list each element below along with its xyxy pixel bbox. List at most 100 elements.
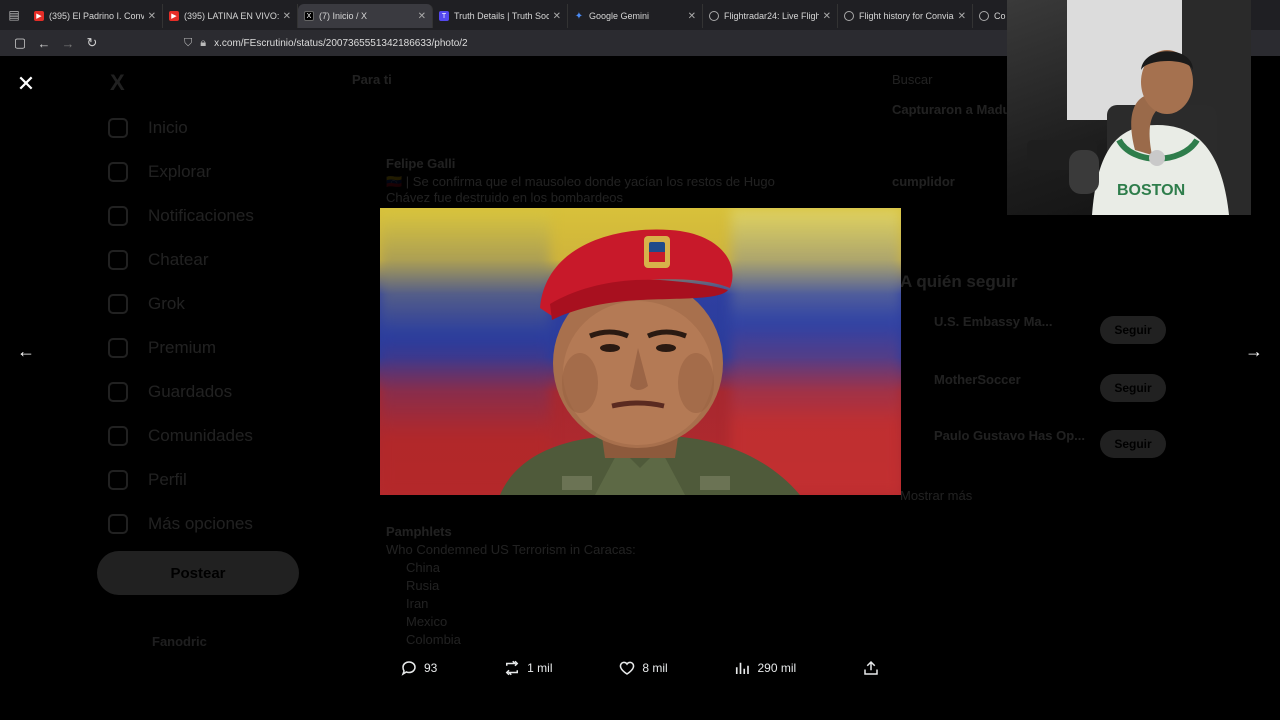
forward-arrow-icon[interactable]: → [56, 32, 80, 54]
x-logo-icon: X [110, 70, 125, 95]
trend-item: cumplidor [892, 174, 955, 189]
browser-tab[interactable]: ▶ (395) LATINA EN VIVO: NO ✕ [163, 4, 298, 28]
sidebar-item-grok: Grok [108, 294, 185, 314]
list-item: China [406, 560, 440, 575]
x-logo-icon: X [304, 11, 314, 21]
list-item: Colombia [406, 632, 461, 647]
close-tab-icon[interactable]: ✕ [823, 11, 831, 22]
people-icon [108, 426, 128, 446]
repost-count: 1 mil [527, 661, 553, 675]
reply-icon [401, 661, 416, 676]
close-tab-icon[interactable]: ✕ [148, 11, 156, 22]
search-input: Buscar [892, 72, 933, 87]
sidebar-item-chatear: Chatear [108, 250, 208, 270]
browser-tab[interactable]: Flightradar24: Live Flight Tr ✕ [703, 4, 838, 28]
trend-item: Capturaron a Maduro [892, 102, 1024, 117]
close-tab-icon[interactable]: ✕ [418, 11, 426, 22]
previous-photo-button[interactable]: ← [12, 337, 40, 365]
x-icon [108, 338, 128, 358]
tab-title: (395) LATINA EN VIVO: NO [184, 11, 279, 21]
follow-button: Seguir [1100, 316, 1166, 344]
reply-button[interactable]: 93 [400, 659, 437, 677]
back-arrow-icon[interactable]: ← [32, 32, 56, 54]
share-button[interactable] [862, 659, 880, 677]
like-count: 8 mil [642, 661, 668, 675]
engagement-bar: 93 1 mil 8 mil 290 mil [400, 654, 880, 682]
sidebar-label: Explorar [148, 162, 212, 181]
grok-icon [108, 294, 128, 314]
browser-tab[interactable]: ✦ Google Gemini ✕ [568, 4, 703, 28]
sidebar-label: Chatear [148, 250, 209, 269]
url-field[interactable]: ⛉ 🔒︎ x.com/FEscrutinio/status/2007365551… [184, 32, 1004, 54]
mail-icon [108, 250, 128, 270]
share-icon [864, 660, 878, 675]
tab-title: (7) Inicio / X [319, 11, 368, 21]
next-photo-button[interactable]: → [1240, 337, 1268, 365]
sidebar-item-notificaciones: Notificaciones [108, 206, 254, 226]
tab-title: Flight history for Conviasa [859, 11, 954, 21]
views-button[interactable]: 290 mil [733, 659, 796, 677]
repost-button[interactable]: 1 mil [503, 659, 553, 677]
browser-tab[interactable]: Flight history for Conviasa ✕ [838, 4, 973, 28]
sidebar-toggle-icon[interactable]: ▢ [8, 32, 32, 54]
youtube-icon: ▶ [169, 11, 179, 21]
search-icon [108, 162, 128, 182]
close-tab-icon[interactable]: ✕ [283, 11, 291, 22]
sidebar-label: Inicio [148, 118, 188, 137]
tab-title: Cor [994, 11, 1006, 21]
youtube-icon: ▶ [34, 11, 44, 21]
post-author: Felipe Galli [386, 156, 456, 171]
post-text: 🇻🇪 | Se confirma que el mausoleo donde y… [386, 174, 775, 205]
sidebar-label: Grok [148, 294, 185, 313]
tab-list-icon[interactable]: ▤ [0, 0, 28, 30]
globe-icon [979, 11, 989, 21]
webcam-overlay: BOSTON [1007, 0, 1251, 215]
close-viewer-button[interactable]: ✕ [12, 70, 40, 98]
post-photo [380, 208, 901, 495]
sidebar-label: Notificaciones [148, 206, 254, 225]
bookmark-icon [108, 382, 128, 402]
show-more-link: Mostrar más [900, 488, 973, 503]
sidebar-item-mas-opciones: Más opciones [108, 514, 253, 534]
globe-icon [844, 11, 854, 21]
list-item: Iran [406, 596, 429, 611]
follow-account: U.S. Embassy Ma... [934, 314, 1053, 329]
globe-icon [709, 11, 719, 21]
url-text: x.com/FEscrutinio/status/200736555134218… [214, 37, 468, 49]
sidebar-item-guardados: Guardados [108, 382, 232, 402]
webcam-person-illustration: BOSTON [1027, 50, 1229, 215]
lock-icon: 🔒︎ [200, 36, 207, 49]
reload-icon[interactable]: ↻ [80, 32, 104, 54]
feed-tab: Para ti [352, 72, 392, 87]
like-button[interactable]: 8 mil [618, 659, 668, 677]
browser-tab[interactable]: ▶ (395) El Padrino I. Conversa ✕ [28, 4, 163, 28]
close-tab-icon[interactable]: ✕ [688, 11, 696, 22]
follow-button: Seguir [1100, 430, 1166, 458]
sidebar-item-inicio: Inicio [108, 118, 188, 138]
browser-tab[interactable]: T Truth Details | Truth Social ✕ [433, 4, 568, 28]
profile-name: Fanodric [152, 634, 207, 649]
sidebar-label: Comunidades [148, 426, 253, 445]
gemini-icon: ✦ [574, 10, 584, 22]
views-chart-icon [736, 662, 750, 674]
sidebar-label: Más opciones [148, 514, 253, 533]
list-item: Rusia [406, 578, 440, 593]
sidebar-label: Guardados [148, 382, 233, 401]
sidebar-item-explorar: Explorar [108, 162, 211, 182]
who-to-follow-heading: A quién seguir [900, 272, 1018, 291]
post-text: Who Condemned US Terrorism in Caracas: [386, 542, 636, 557]
follow-button: Seguir [1100, 374, 1166, 402]
reply-count: 93 [424, 661, 438, 675]
browser-tab-active[interactable]: X (7) Inicio / X ✕ [298, 4, 433, 28]
list-item: Mexico [406, 614, 448, 629]
tab-title: Flightradar24: Live Flight Tr [724, 11, 819, 21]
portrait-illustration [500, 229, 800, 495]
close-tab-icon[interactable]: ✕ [958, 11, 966, 22]
tab-title: Google Gemini [589, 11, 650, 21]
svg-text:BOSTON: BOSTON [1117, 182, 1185, 199]
shield-icon: ⛉ [184, 36, 193, 49]
truth-social-icon: T [439, 11, 449, 21]
home-icon [108, 118, 128, 138]
repost-icon [505, 660, 519, 676]
close-tab-icon[interactable]: ✕ [553, 11, 561, 22]
